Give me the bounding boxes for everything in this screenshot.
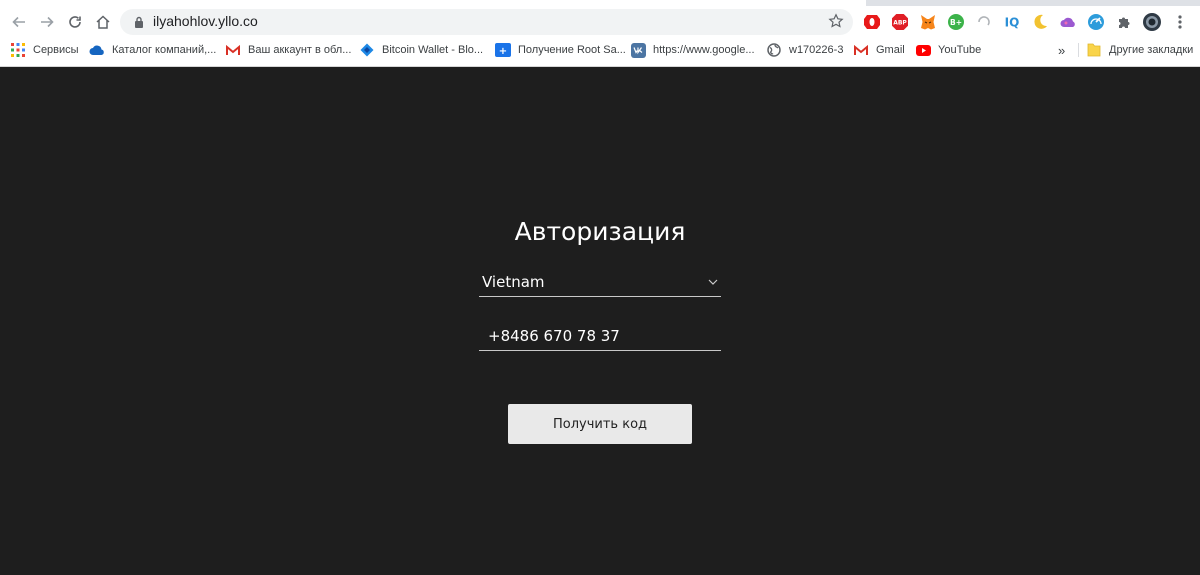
lock-icon <box>135 16 143 28</box>
get-code-button[interactable]: Получить код <box>508 404 692 444</box>
reload-icon <box>69 16 81 28</box>
bookmark-label: https://www.google... <box>653 44 755 56</box>
chevron-down-icon <box>708 279 718 285</box>
phone-input[interactable]: +8486 670 78 37 <box>479 321 721 351</box>
bookmark-w170226[interactable]: w170226-3 <box>766 41 843 59</box>
address-bar[interactable]: ilyahohlov.yllo.co <box>120 9 853 35</box>
kebab-menu-icon[interactable] <box>1170 12 1190 32</box>
country-value: Vietnam <box>482 273 545 291</box>
folder-icon <box>1086 42 1102 58</box>
gmail-icon <box>853 42 869 58</box>
bookmark-services[interactable]: Сервисы <box>10 41 79 59</box>
other-bookmarks-label: Другие закладки <box>1109 44 1194 56</box>
globe-icon <box>766 42 782 58</box>
metamask-fox-icon[interactable] <box>918 12 938 32</box>
back-button[interactable] <box>7 10 31 34</box>
gmail-icon <box>225 42 241 58</box>
reload-button[interactable] <box>63 10 87 34</box>
arrow-right-icon <box>41 16 54 28</box>
bookmark-label: YouTube <box>938 44 982 56</box>
url-text[interactable]: ilyahohlov.yllo.co <box>153 13 258 29</box>
browser-toolbar: ilyahohlov.yllo.co ABP B+ IQ <box>0 6 1200 38</box>
youtube-icon <box>915 42 931 58</box>
bookmark-label: Сервисы <box>33 44 79 56</box>
adblock-plus-icon[interactable]: ABP <box>890 12 910 32</box>
cloud-extension-icon[interactable] <box>1058 12 1078 32</box>
root-icon: + <box>495 42 511 58</box>
bookmark-label: Получение Root Sa... <box>518 44 626 56</box>
bookmark-gmail[interactable]: Gmail <box>853 41 905 59</box>
iq-label: IQ <box>1005 16 1020 30</box>
auth-page: Авторизация Vietnam +8486 670 78 37 Полу… <box>0 67 1200 575</box>
bplus-extension-icon[interactable]: B+ <box>946 12 966 32</box>
bookmark-label: Ваш аккаунт в обл... <box>248 44 352 56</box>
profile-avatar-icon[interactable] <box>1142 12 1162 32</box>
bookmark-label: Gmail <box>876 44 905 56</box>
apps-grid-icon <box>10 42 26 58</box>
moon-icon[interactable] <box>1030 12 1050 32</box>
page-title: Авторизация <box>514 217 686 246</box>
bookmark-bitcoin-wallet[interactable]: Bitcoin Wallet - Blo... <box>359 41 483 59</box>
abp-label: ABP <box>893 20 907 27</box>
opera-icon[interactable] <box>862 12 882 32</box>
cloud-icon <box>89 42 105 58</box>
bookmark-cloud-account[interactable]: Ваш аккаунт в обл... <box>225 41 351 59</box>
blockchain-icon <box>359 42 375 58</box>
browser-chrome: ilyahohlov.yllo.co ABP B+ IQ Сервисы Кат… <box>0 0 1200 67</box>
phone-value: +8486 670 78 37 <box>488 327 620 345</box>
bookmark-label: w170226-3 <box>789 44 844 56</box>
bookmarks-bar: Сервисы Каталог компаний,... Ваш аккаунт… <box>0 38 1200 62</box>
other-bookmarks-folder[interactable]: Другие закладки <box>1086 41 1193 59</box>
bookmark-youtube[interactable]: YouTube <box>915 41 981 59</box>
svg-text:+: + <box>499 46 507 57</box>
iq-extension-icon[interactable]: IQ <box>1002 12 1022 32</box>
country-select[interactable]: Vietnam <box>479 267 721 297</box>
bplus-label: B+ <box>950 18 962 27</box>
bookmarks-overflow-chevron[interactable]: » <box>1058 41 1065 59</box>
home-button[interactable] <box>91 10 115 34</box>
overflow-label: » <box>1058 42 1066 58</box>
vk-icon <box>630 42 646 58</box>
bookmark-google[interactable]: https://www.google... <box>630 41 755 59</box>
forward-button[interactable] <box>35 10 59 34</box>
puzzle-extensions-icon[interactable] <box>1114 12 1134 32</box>
speedometer-icon[interactable] <box>1086 12 1106 32</box>
bookmark-companies-catalog[interactable]: Каталог компаний,... <box>89 41 216 59</box>
arrow-left-icon <box>12 16 25 28</box>
home-icon <box>96 15 110 29</box>
loading-circle-icon[interactable] <box>974 12 994 32</box>
bookmark-star-icon[interactable] <box>828 13 844 29</box>
bookmark-label: Каталог компаний,... <box>112 44 217 56</box>
bookmark-root[interactable]: + Получение Root Sa... <box>495 41 626 59</box>
bookmarks-separator <box>1078 43 1079 57</box>
bookmark-label: Bitcoin Wallet - Blo... <box>382 44 484 56</box>
